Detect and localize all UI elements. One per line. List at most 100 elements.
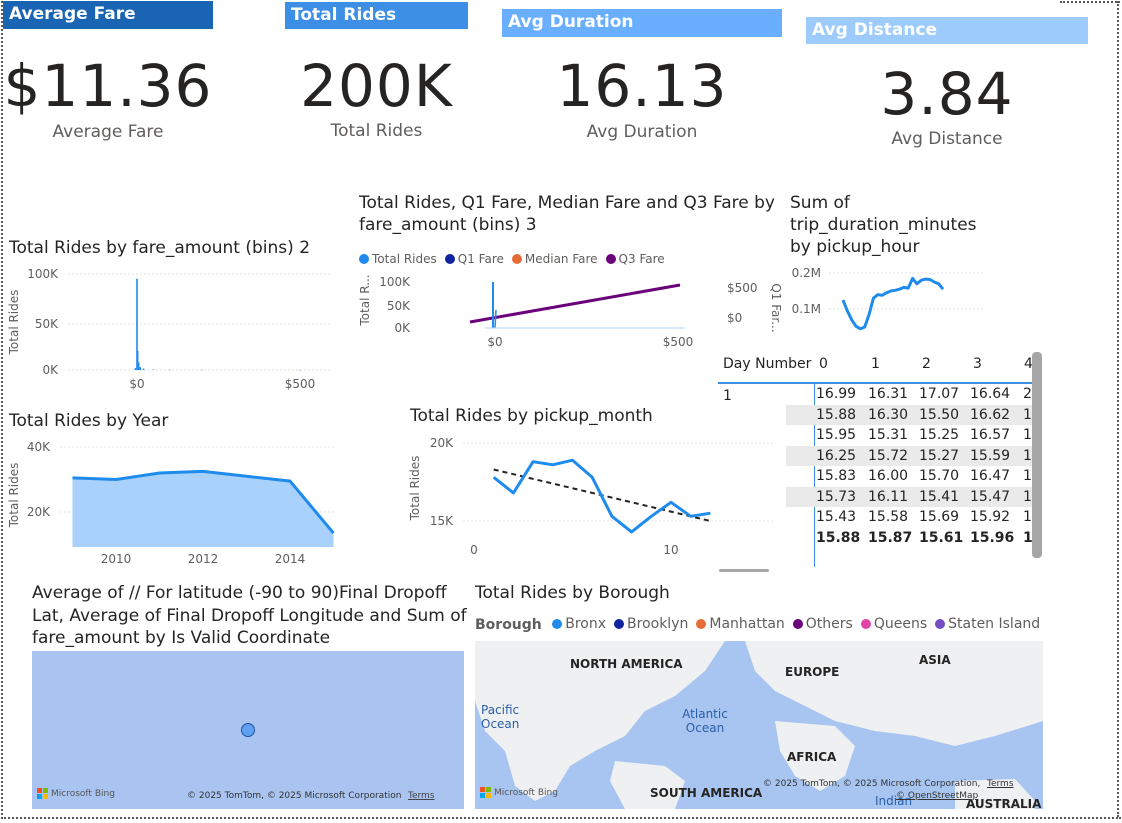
y-tick-0.2m: 0.2M [792, 266, 821, 280]
matrix-col-2[interactable]: 2 [922, 356, 931, 372]
y2-axis-label: Q1 Far... [769, 283, 783, 332]
matrix-corner-label: Day Number [723, 356, 812, 372]
matrix-scrollbar[interactable] [1032, 352, 1042, 558]
legend-borough[interactable]: Borough Bronx Brooklyn Manhattan Others Quee… [475, 616, 1055, 633]
matrix-visual[interactable]: Day Number 0 1 2 3 4 1 16.99 16.31 17.07 16… [718, 352, 1043, 567]
canvas-right-border [1117, 1, 1119, 817]
chart-title-borough: Total Rides by Borough [475, 583, 670, 603]
chart-duration-hour[interactable]: 0.2M 0.1M [785, 258, 990, 343]
legend-dot-icon [444, 254, 455, 264]
fare-bin-bar[interactable] [299, 369, 301, 371]
map-label-south-america: SOUTH AMERICA [650, 786, 763, 800]
y-axis-label: Total Rides [7, 463, 21, 529]
matrix-total-row[interactable]: 15.88 15.87 15.61 15.96 1 [786, 528, 1033, 549]
map-label-europe: EUROPE [785, 665, 840, 679]
matrix-hscrollbar[interactable] [719, 569, 769, 572]
matrix-cell: 16.00 [868, 468, 909, 484]
matrix-col-0[interactable]: 0 [819, 356, 828, 372]
borough-map[interactable]: NORTH AMERICA EUROPE ASIA AFRICA SOUTH A… [475, 641, 1043, 809]
kpi-header-avg-duration[interactable]: Avg Duration [502, 9, 782, 37]
bing-text: Microsoft Bing [51, 788, 115, 799]
matrix-cell: 15.88 [816, 529, 861, 546]
matrix-row[interactable]: 15.95 15.31 15.25 16.57 1 [786, 425, 1032, 446]
matrix-cell: 16.30 [868, 406, 909, 423]
matrix-cell: 1 [1023, 509, 1032, 525]
legend-item-median-fare[interactable]: Median Fare [511, 252, 598, 266]
y-tick-0.1m: 0.1M [792, 302, 821, 316]
matrix-row[interactable]: 15.88 16.30 15.50 16.62 1 [786, 404, 1032, 425]
legend-item-staten-island[interactable]: Staten Island [935, 616, 1040, 632]
matrix-row-group-label[interactable]: 1 [723, 388, 732, 404]
chart-fare-bins[interactable]: Total Rides 100K 50K 0K $0 $500 [0, 262, 345, 397]
matrix-cell: 2 [1023, 386, 1032, 402]
chart-title-rides-month: Total Rides by pickup_month [410, 406, 653, 426]
map-osm-link[interactable]: © OpenStreetMap [896, 791, 978, 801]
legend-item-queens[interactable]: Queens [860, 616, 927, 632]
fare-bin-bar[interactable] [142, 368, 145, 370]
matrix-col-1[interactable]: 1 [871, 356, 880, 372]
map-label-asia: ASIA [919, 653, 951, 667]
bing-logo: Microsoft Bing [37, 788, 115, 799]
fare-bin-bar[interactable] [139, 367, 142, 370]
legend-item-brooklyn[interactable]: Brooklyn [614, 616, 688, 632]
fare-bin-bar[interactable] [134, 368, 137, 370]
matrix-cell: 16.11 [868, 488, 909, 505]
kpi-header-average-fare[interactable]: Average Fare [3, 1, 213, 29]
chart-rides-year[interactable]: Total Rides 40K 20K 2010 2012 2014 [0, 432, 345, 572]
legend-label: Manhattan [709, 616, 785, 632]
dropoff-map[interactable]: Microsoft Bing © 2025 TomTom, © 2025 Mic… [32, 651, 464, 809]
matrix-cell: 15.47 [970, 488, 1011, 505]
matrix-cell: 15.83 [816, 468, 857, 484]
y-axis-label: Total Rides [408, 456, 422, 522]
legend-fare-combo[interactable]: Total Rides Q1 Fare Median Fare Q3 Fare [359, 249, 779, 268]
legend-item-bronx[interactable]: Bronx [552, 616, 606, 632]
map-label-pacific: Pacific Ocean [481, 703, 520, 731]
map-terms-link[interactable]: Terms [408, 791, 435, 801]
matrix-row[interactable]: 15.83 16.00 15.70 16.47 1 [786, 466, 1032, 487]
fare-bin-bar[interactable] [168, 369, 171, 371]
map-terms-link[interactable]: Terms [987, 779, 1014, 789]
kpi-label-total-rides: Total Rides [330, 121, 423, 141]
chart-fare-combo[interactable]: Total R... 100K 50K 0K $500 $0 Q1 Far...… [355, 270, 795, 355]
year-area-fill [72, 471, 334, 547]
matrix-cell: 16.25 [816, 447, 857, 464]
matrix-col-3[interactable]: 3 [973, 356, 982, 372]
matrix-row[interactable]: 16.99 16.31 17.07 16.64 2 [786, 384, 1032, 405]
legend-dot-icon [511, 254, 522, 264]
matrix-cell: 15.96 [970, 529, 1015, 546]
y-tick-20k: 20K [430, 436, 454, 450]
matrix-row[interactable]: 15.43 15.58 15.69 15.92 1 [786, 507, 1032, 528]
kpi-header-avg-distance[interactable]: Avg Distance [806, 17, 1088, 44]
chart-title-rides-year: Total Rides by Year [9, 411, 169, 431]
x-tick-10: 10 [663, 543, 678, 557]
q3-fare-line [469, 283, 681, 324]
legend-label: Median Fare [524, 252, 598, 266]
legend-title: Borough [475, 617, 542, 633]
legend-dot-icon [359, 254, 369, 264]
map-bubble[interactable] [241, 723, 255, 737]
legend-dot-icon [605, 254, 616, 264]
fare-bin-bar[interactable] [137, 362, 140, 370]
legend-dot-icon [860, 619, 871, 629]
fare-bin-bar[interactable] [152, 369, 155, 371]
matrix-cell: 16.57 [970, 427, 1011, 443]
legend-item-q1-fare[interactable]: Q1 Fare [444, 252, 504, 266]
matrix-cell: 15.92 [970, 509, 1011, 525]
y-tick-100k: 100K [379, 275, 411, 289]
legend-label: Q3 Fare [618, 252, 665, 266]
matrix-cell: 15.59 [970, 447, 1011, 464]
legend-item-total-rides[interactable]: Total Rides [359, 252, 437, 266]
y-tick-100k: 100K [27, 267, 59, 281]
matrix-cell: 15.27 [919, 447, 960, 464]
legend-item-q3-fare[interactable]: Q3 Fare [605, 252, 665, 266]
chart-title-fare-bins: Total Rides by fare_amount (bins) 2 [9, 238, 311, 258]
fare-bin-bar[interactable] [201, 369, 203, 371]
y-tick-20k: 20K [27, 505, 51, 519]
legend-item-manhattan[interactable]: Manhattan [696, 616, 785, 632]
matrix-row[interactable]: 16.25 15.72 15.27 15.59 1 [786, 445, 1032, 466]
matrix-row[interactable]: 15.73 16.11 15.41 15.47 1 [786, 486, 1032, 507]
matrix-cell: 16.99 [816, 386, 857, 402]
kpi-header-total-rides[interactable]: Total Rides [285, 2, 468, 29]
map-attribution: © 2025 TomTom, © 2025 Microsoft Corporat… [187, 791, 402, 801]
legend-item-others[interactable]: Others [792, 616, 853, 632]
